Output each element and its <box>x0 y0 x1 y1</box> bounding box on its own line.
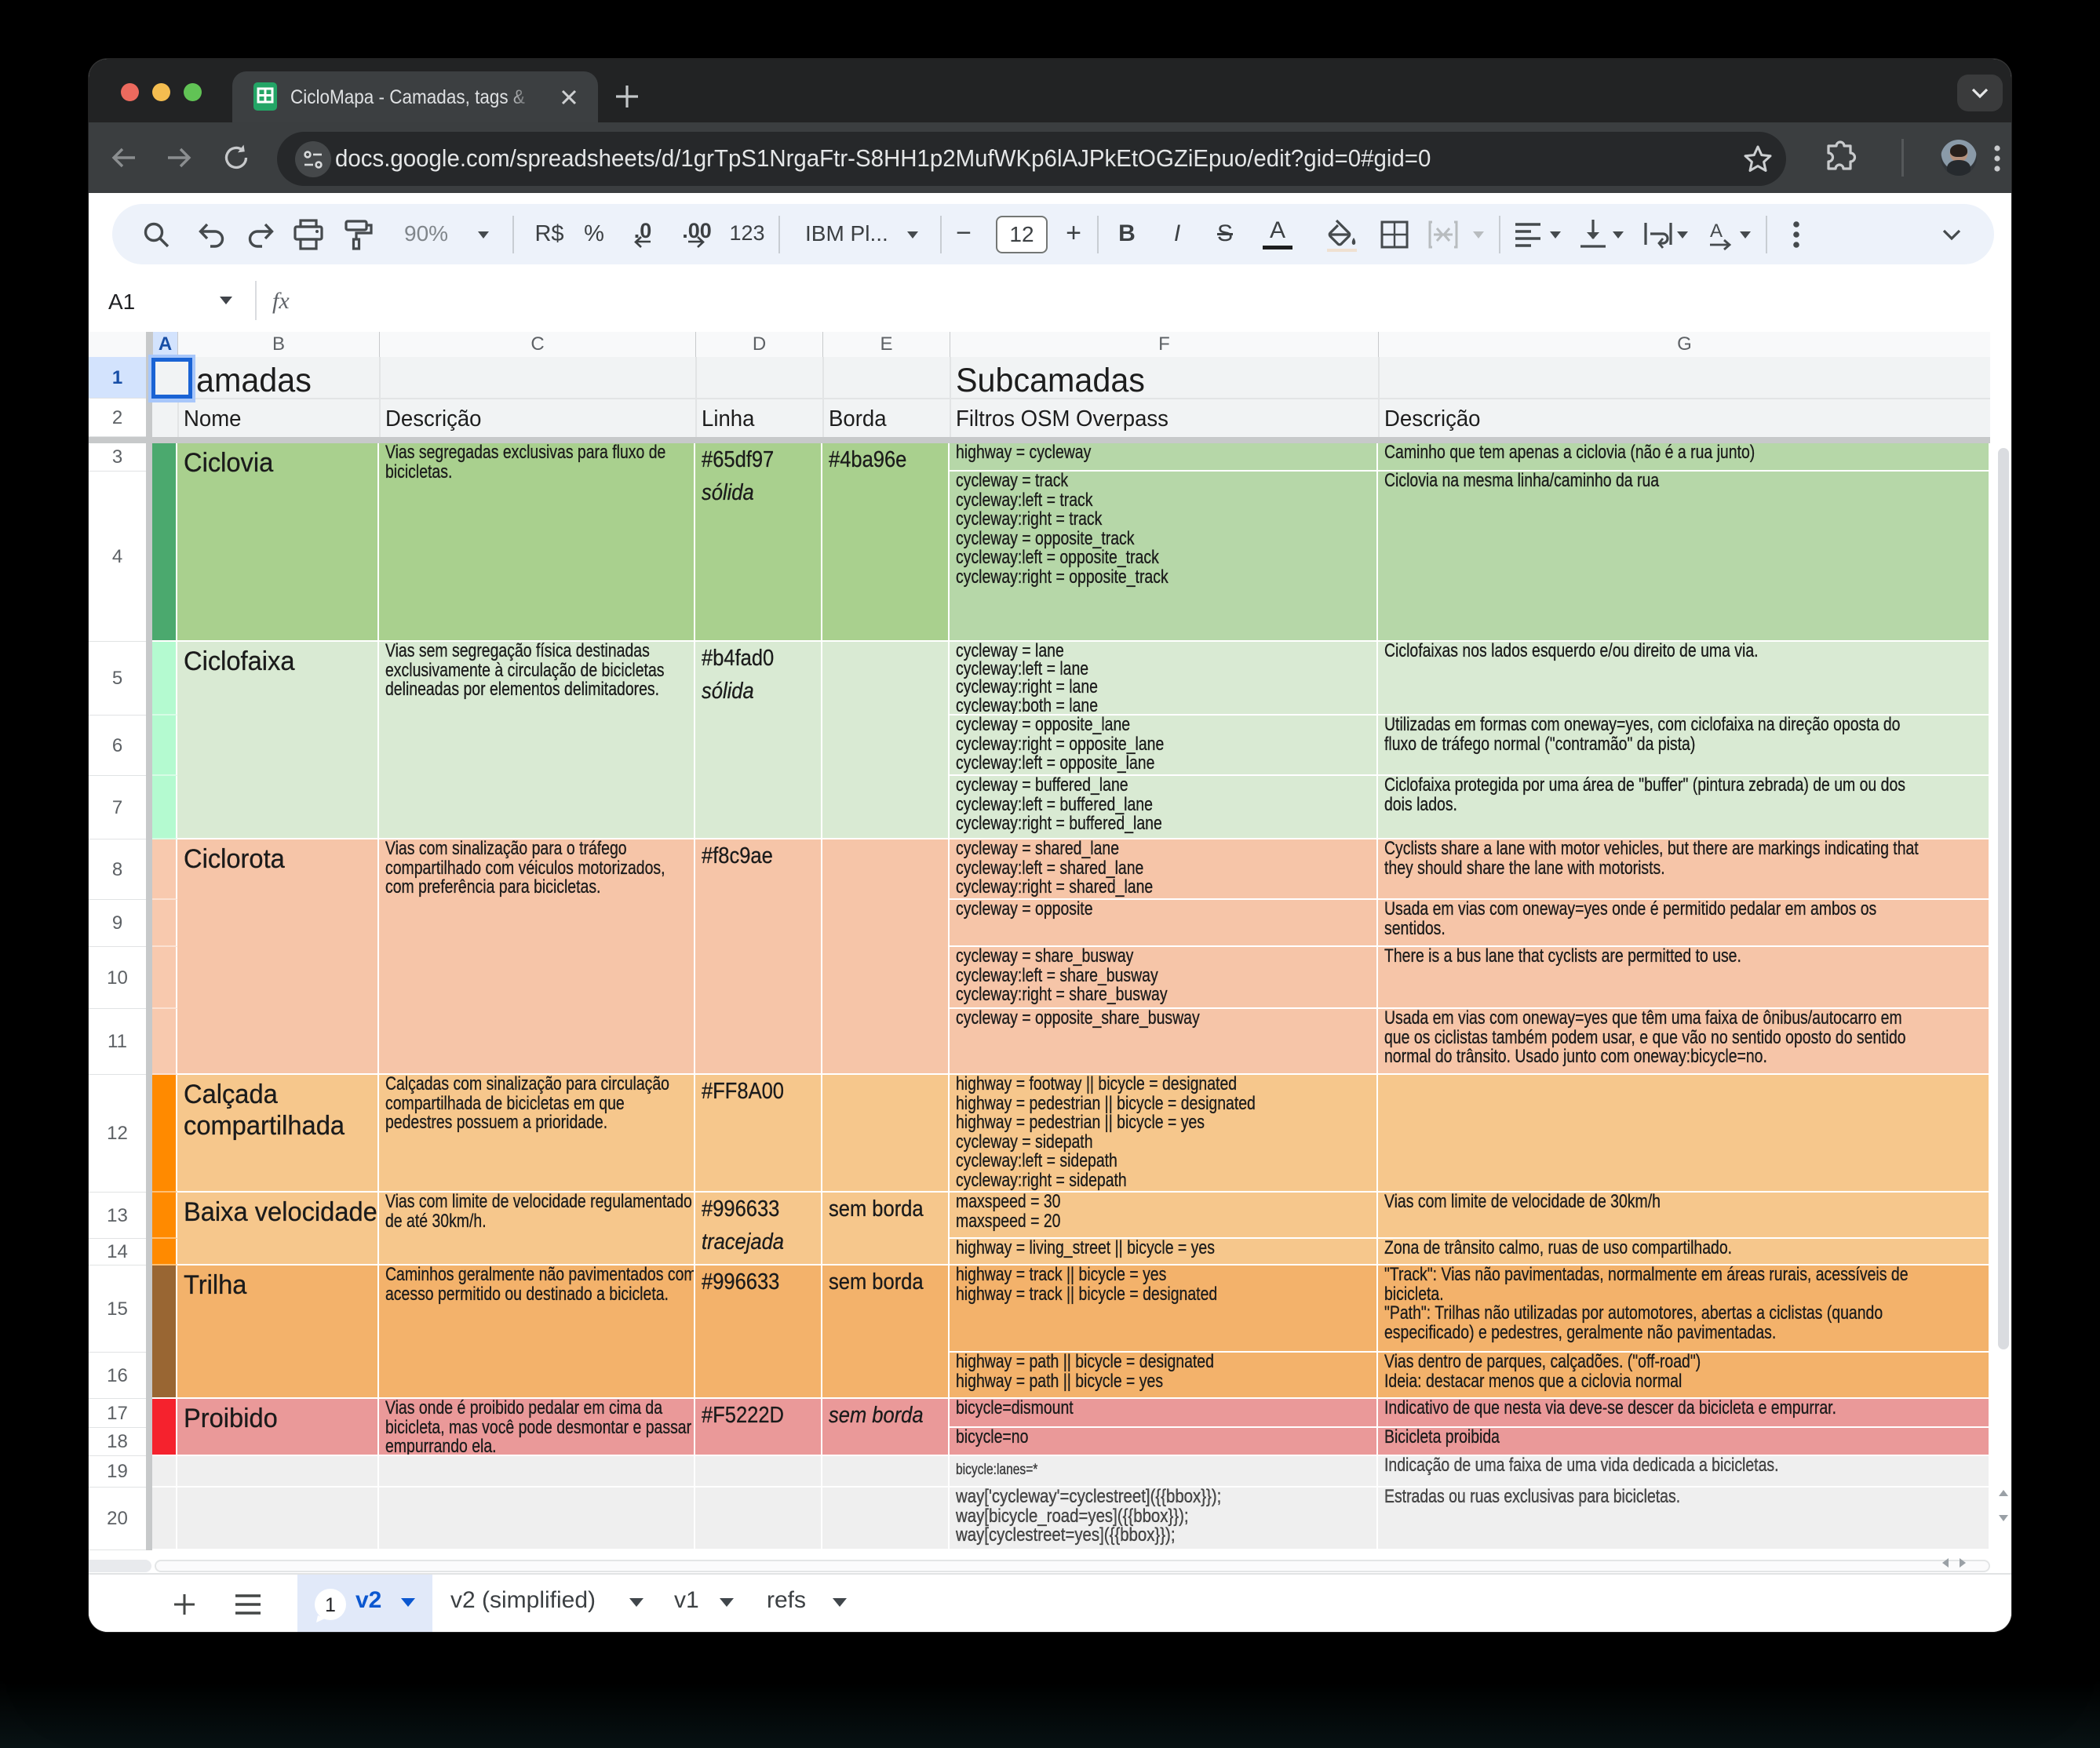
svg-text:1: 1 <box>325 1594 336 1616</box>
svg-text:A: A <box>1710 220 1723 242</box>
